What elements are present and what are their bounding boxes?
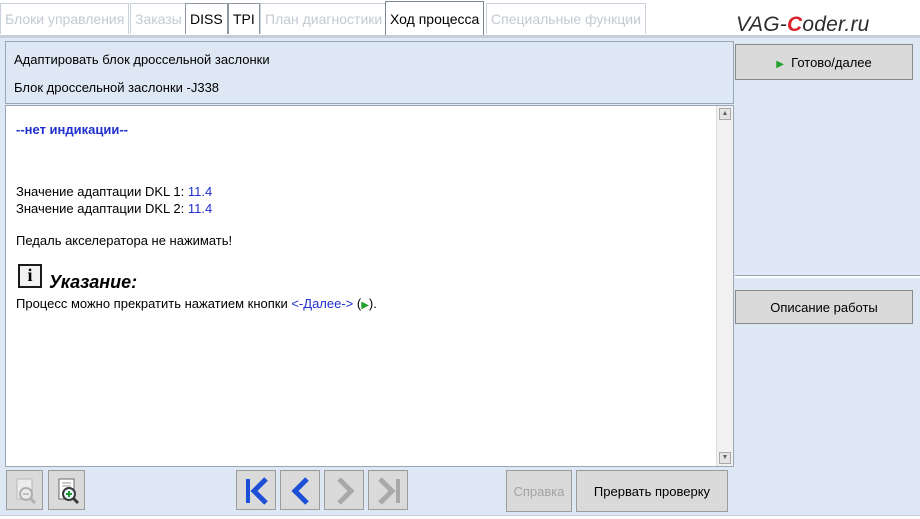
tab-control-units[interactable]: Блоки управления [0,3,130,34]
tab-process-progress[interactable]: Ход процесса [385,1,485,35]
previous-step-button[interactable] [280,470,320,510]
brand-watermark: VAG-Coder.ru [736,13,870,36]
zoom-out-button[interactable] [6,470,43,510]
bottom-edge [0,515,920,519]
next-link[interactable]: <-Далее-> [291,296,353,311]
zoom-in-button[interactable] [48,470,85,510]
tab-orders[interactable]: Заказы [130,3,187,34]
bottom-toolbar: Справка Прервать проверку [0,467,735,515]
dkl2-label: Значение адаптации DKL 2: [16,201,188,216]
dkl1-label: Значение адаптации DKL 1: [16,184,188,199]
dkl1-value: 11.4 [187,184,213,199]
action-panel: ▶ Готово/далее Описание работы [735,38,920,515]
help-button[interactable]: Справка [506,470,572,512]
pedal-warning: Педаль акселератора не нажимать! [16,233,233,248]
chevron-left-icon [291,477,309,505]
tab-diagnostic-plan[interactable]: План диагностики [260,3,388,34]
dkl2-value: 11.4 [187,201,213,216]
panel-divider [735,275,920,278]
dkl1-row: Значение адаптации DKL 1: 11.4 [16,184,212,199]
ready-next-button[interactable]: ▶ Готово/далее [735,44,913,80]
skip-last-icon [378,477,400,505]
dkl2-row: Значение адаптации DKL 2: 11.4 [16,201,212,216]
info-icon: i [18,264,42,288]
tab-diss[interactable]: DISS [185,3,228,34]
next-step-button[interactable] [324,470,364,510]
last-step-button[interactable] [368,470,408,510]
process-header: Адаптировать блок дроссельной заслонки Б… [5,41,734,104]
no-indication-text: --нет индикации-- [16,122,129,137]
tab-tpi[interactable]: TPI [228,3,260,34]
process-output-area: --нет индикации-- Значение адаптации DKL… [5,105,734,467]
process-subtitle: Блок дроссельной заслонки -J338 [14,80,220,95]
play-triangle-icon: ▶ [361,300,369,311]
work-description-button[interactable]: Описание работы [735,290,913,324]
play-triangle-icon: ▶ [776,59,784,70]
hint-text: Процесс можно прекратить нажатием кнопки… [16,296,377,311]
tab-special-functions[interactable]: Специальные функции [486,3,646,34]
chevron-right-icon [337,477,355,505]
process-title: Адаптировать блок дроссельной заслонки [14,52,270,67]
abort-test-button[interactable]: Прервать проверку [576,470,728,512]
scroll-up-icon[interactable]: ▲ [719,108,731,120]
hint-title: Указание: [49,272,138,292]
first-step-button[interactable] [236,470,276,510]
tab-bar: Блоки управления Заказы DISS TPI План ди… [0,0,920,38]
scroll-down-icon[interactable]: ▼ [719,452,731,464]
vertical-scrollbar[interactable]: ▲ ▼ [716,106,733,466]
zoom-in-icon [58,478,80,505]
zoom-out-icon [16,478,37,505]
skip-first-icon [246,477,268,505]
